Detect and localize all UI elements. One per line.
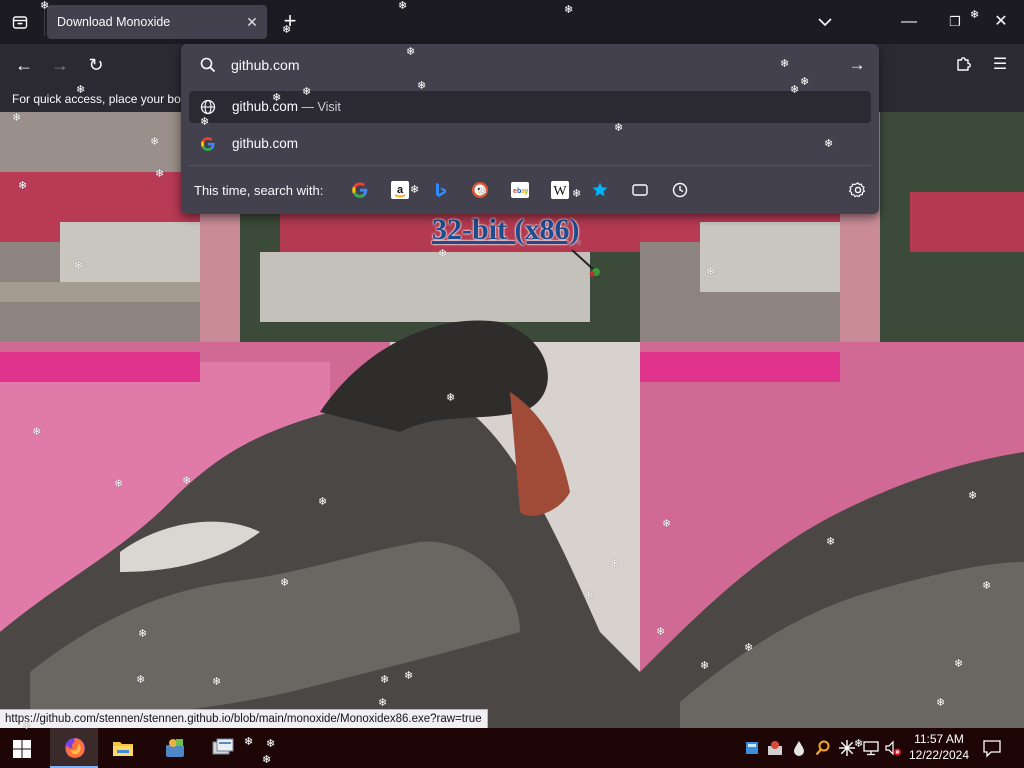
windows-start-icon[interactable]	[12, 739, 32, 759]
firefox-icon	[65, 738, 85, 758]
maximize-button[interactable]: ❐	[932, 0, 978, 44]
tray-drop-icon[interactable]	[790, 739, 808, 757]
taskbar-clock[interactable]: 11:57 AM 12/22/2024	[906, 731, 972, 763]
clock-date: 12/22/2024	[908, 748, 970, 762]
link-status-bar: https://github.com/stennen/stennen.githu…	[0, 709, 488, 728]
tab-bar: Download Monoxide ✕ + — ❐ ✕	[0, 0, 1024, 44]
app-icon	[166, 739, 184, 757]
mouse-pointer-icon	[571, 249, 600, 277]
forward-button[interactable]: →	[46, 51, 74, 79]
network-icon[interactable]	[862, 739, 880, 757]
search-icon	[200, 57, 216, 73]
engine-ebay-button[interactable]: e b a y	[511, 181, 529, 199]
engine-wikipedia-button[interactable]: W	[551, 181, 569, 199]
tab-separator	[44, 8, 45, 36]
history-icon	[672, 182, 688, 198]
search-engines-label: This time, search with:	[194, 183, 324, 198]
tab-close-button[interactable]: ✕	[243, 13, 261, 31]
app-menu-button[interactable]: ☰	[986, 51, 1014, 79]
taskbar-firefox-button[interactable]	[50, 728, 98, 768]
globe-icon	[200, 99, 216, 115]
windows-taskbar: 11:57 AM 12/22/2024	[0, 728, 1024, 768]
engine-google-button[interactable]	[351, 181, 369, 199]
new-tab-button[interactable]: +	[279, 10, 301, 32]
divider	[189, 165, 871, 166]
suggestion-search-google[interactable]: github.com	[189, 128, 871, 160]
tray-search-icon[interactable]	[814, 739, 832, 757]
tray-snow-icon[interactable]	[838, 739, 856, 757]
bookmarks-search-button[interactable]	[591, 181, 609, 199]
bing-icon	[436, 183, 446, 197]
notification-center-icon[interactable]	[982, 738, 1002, 758]
minimize-button[interactable]: —	[886, 0, 932, 44]
suggestion-action: — Visit	[298, 100, 341, 114]
bookmarks-star-icon	[592, 182, 608, 197]
wikipedia-icon: W	[551, 181, 569, 199]
list-all-tabs-button[interactable]	[816, 13, 834, 31]
suggestion-url: github.com	[232, 136, 299, 151]
ebay-icon: e b a y	[511, 182, 529, 198]
tabs-search-button[interactable]	[631, 181, 649, 199]
engine-bing-button[interactable]	[431, 181, 449, 199]
svg-text:W: W	[553, 184, 567, 199]
tray-app-icon[interactable]	[766, 739, 784, 757]
close-window-button[interactable]: ✕	[978, 0, 1024, 44]
back-button[interactable]: ←	[10, 51, 38, 79]
chevron-down-icon	[818, 18, 832, 27]
gear-icon	[849, 182, 865, 198]
tab-title: Download Monoxide	[57, 15, 171, 29]
suggestion-visit-github[interactable]: github.com — Visit	[189, 91, 871, 123]
duckduckgo-icon	[472, 182, 488, 198]
taskbar-app-button[interactable]	[150, 728, 198, 768]
tabs-icon	[632, 184, 648, 196]
suggestion-text: github.com — Visit	[232, 99, 341, 114]
amazon-icon: a	[391, 181, 409, 199]
firefox-view-icon	[12, 16, 28, 29]
suggestion-url: github.com	[232, 99, 299, 114]
volume-muted-icon[interactable]	[884, 739, 902, 757]
puzzle-icon	[957, 57, 971, 71]
tab-download-monoxide[interactable]: Download Monoxide ✕	[47, 5, 267, 39]
extensions-button[interactable]	[950, 52, 978, 80]
search-settings-button[interactable]	[849, 181, 867, 199]
download-32bit-link[interactable]: 32-bit (x86)	[432, 213, 579, 247]
tray-app-icon[interactable]	[744, 739, 762, 757]
file-explorer-icon	[113, 742, 133, 756]
engine-amazon-button[interactable]: a	[391, 181, 409, 199]
taskbar-file-explorer-button[interactable]	[98, 728, 146, 768]
reload-button[interactable]: ↻	[82, 51, 110, 79]
app-icon	[212, 738, 234, 755]
urlbar-dropdown: → github.com — Visit github.com This tim…	[181, 44, 879, 214]
clock-time: 11:57 AM	[914, 732, 964, 746]
svg-text:a: a	[397, 184, 404, 196]
urlbar-input[interactable]	[231, 55, 771, 75]
engine-duckduckgo-button[interactable]	[471, 181, 489, 199]
firefox-view-button[interactable]	[6, 8, 34, 36]
history-search-button[interactable]	[671, 181, 689, 199]
google-icon	[201, 137, 215, 151]
urlbar-input-row: →	[181, 44, 879, 86]
taskbar-app-button[interactable]	[198, 728, 246, 768]
google-icon	[352, 182, 368, 198]
go-button[interactable]: →	[847, 55, 867, 75]
svg-text:y: y	[525, 188, 529, 195]
